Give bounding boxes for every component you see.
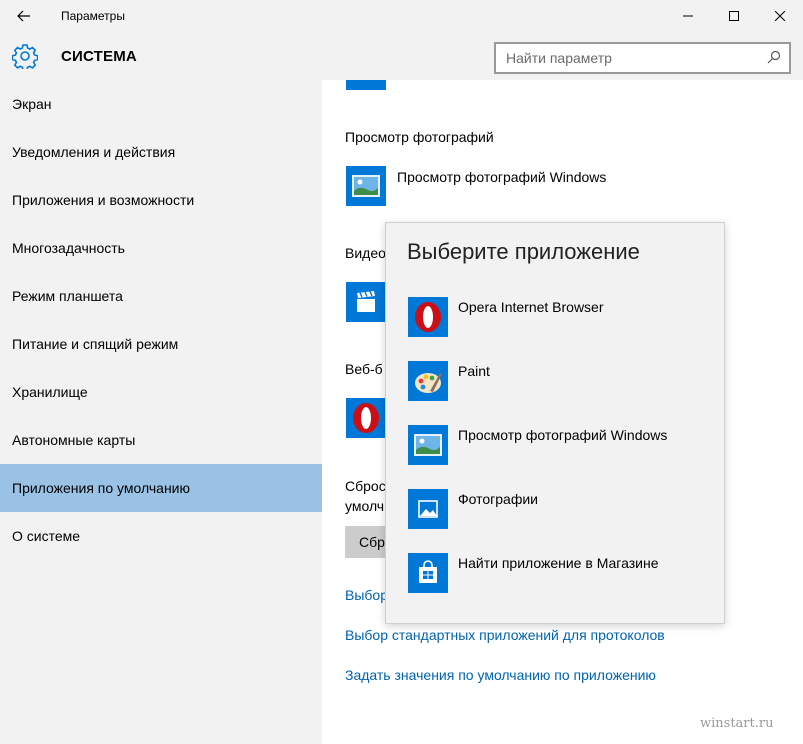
gear-icon — [12, 44, 38, 69]
minimize-button[interactable] — [665, 0, 711, 32]
watermark: winstart.ru — [700, 716, 774, 731]
web-browser-app-button[interactable] — [346, 398, 386, 438]
maximize-icon — [729, 11, 739, 21]
link-choose-by-protocol[interactable]: Выбор стандартных приложений для протоко… — [345, 627, 665, 643]
sidebar-item-tablet-mode[interactable]: Режим планшета — [0, 272, 322, 320]
flyout-item-label: Paint — [458, 363, 490, 379]
sidebar-item-notifications[interactable]: Уведомления и действия — [0, 128, 322, 176]
reset-heading-line1: Сброс — [345, 478, 386, 494]
web-browser-heading: Веб-б — [345, 361, 383, 377]
video-heading: Видео — [345, 245, 386, 261]
title-bar: Параметры — [0, 0, 803, 32]
photos-tile — [408, 489, 448, 529]
window-title: Параметры — [61, 9, 125, 23]
sidebar-item-power-sleep[interactable]: Питание и спящий режим — [0, 320, 322, 368]
sidebar-item-about[interactable]: О системе — [0, 512, 322, 560]
opera-tile — [408, 297, 448, 337]
search-icon[interactable] — [767, 50, 781, 64]
flyout-title: Выберите приложение — [407, 239, 640, 264]
close-icon — [775, 11, 785, 21]
minimize-icon — [683, 15, 693, 17]
back-arrow-icon — [17, 10, 30, 22]
flyout-item-label: Просмотр фотографий Windows — [458, 427, 668, 443]
choose-app-flyout: Выберите приложение Opera Internet Brows… — [385, 222, 725, 624]
video-app-button[interactable] — [346, 282, 386, 322]
close-button[interactable] — [757, 0, 803, 32]
paint-palette-icon — [415, 373, 442, 393]
photo-viewer-app-button[interactable] — [346, 166, 386, 206]
flyout-item-label: Фотографии — [458, 491, 539, 507]
flyout-item-label: Найти приложение в Магазине — [458, 555, 659, 571]
store-tile — [408, 553, 448, 593]
flyout-item-opera[interactable]: Opera Internet Browser — [386, 287, 724, 351]
back-button[interactable] — [8, 0, 40, 32]
film-clapper-icon — [357, 291, 375, 312]
photo-viewer-icon — [414, 434, 442, 456]
sidebar-item-display[interactable]: Экран — [0, 80, 322, 128]
flyout-item-store[interactable]: Найти приложение в Магазине — [386, 543, 724, 607]
maximize-button[interactable] — [711, 0, 757, 32]
photo-viewer-tile — [408, 425, 448, 465]
flyout-item-label: Opera Internet Browser — [458, 299, 604, 315]
opera-icon — [353, 403, 379, 433]
sidebar-item-apps-features[interactable]: Приложения и возможности — [0, 176, 322, 224]
link-choose-by-filetype[interactable]: Выбор — [345, 587, 388, 603]
sidebar-item-default-apps[interactable]: Приложения по умолчанию — [0, 464, 322, 512]
section-title: СИСТЕМА — [61, 48, 137, 65]
sidebar-item-multitasking[interactable]: Многозадачность — [0, 224, 322, 272]
flyout-item-photos[interactable]: Фотографии — [386, 479, 724, 543]
flyout-item-photo-viewer[interactable]: Просмотр фотографий Windows — [386, 415, 724, 479]
link-set-defaults-by-app[interactable]: Задать значения по умолчанию по приложен… — [345, 667, 656, 683]
photos-icon — [418, 500, 438, 518]
reset-heading-line2: умолч — [345, 498, 385, 514]
store-icon — [419, 560, 437, 583]
sidebar: Экран Уведомления и действия Приложения … — [0, 80, 322, 744]
search-input[interactable] — [496, 44, 758, 72]
settings-header: СИСТЕМА — [0, 32, 803, 80]
sidebar-item-storage[interactable]: Хранилище — [0, 368, 322, 416]
paint-tile — [408, 361, 448, 401]
photo-viewer-heading: Просмотр фотографий — [345, 129, 494, 145]
photo-viewer-app-label[interactable]: Просмотр фотографий Windows — [397, 169, 606, 185]
search-box[interactable] — [494, 42, 791, 74]
sidebar-item-offline-maps[interactable]: Автономные карты — [0, 416, 322, 464]
photo-viewer-icon — [352, 175, 380, 197]
opera-icon — [415, 302, 441, 332]
flyout-item-paint[interactable]: Paint — [386, 351, 724, 415]
app-tile-top[interactable] — [346, 80, 386, 90]
